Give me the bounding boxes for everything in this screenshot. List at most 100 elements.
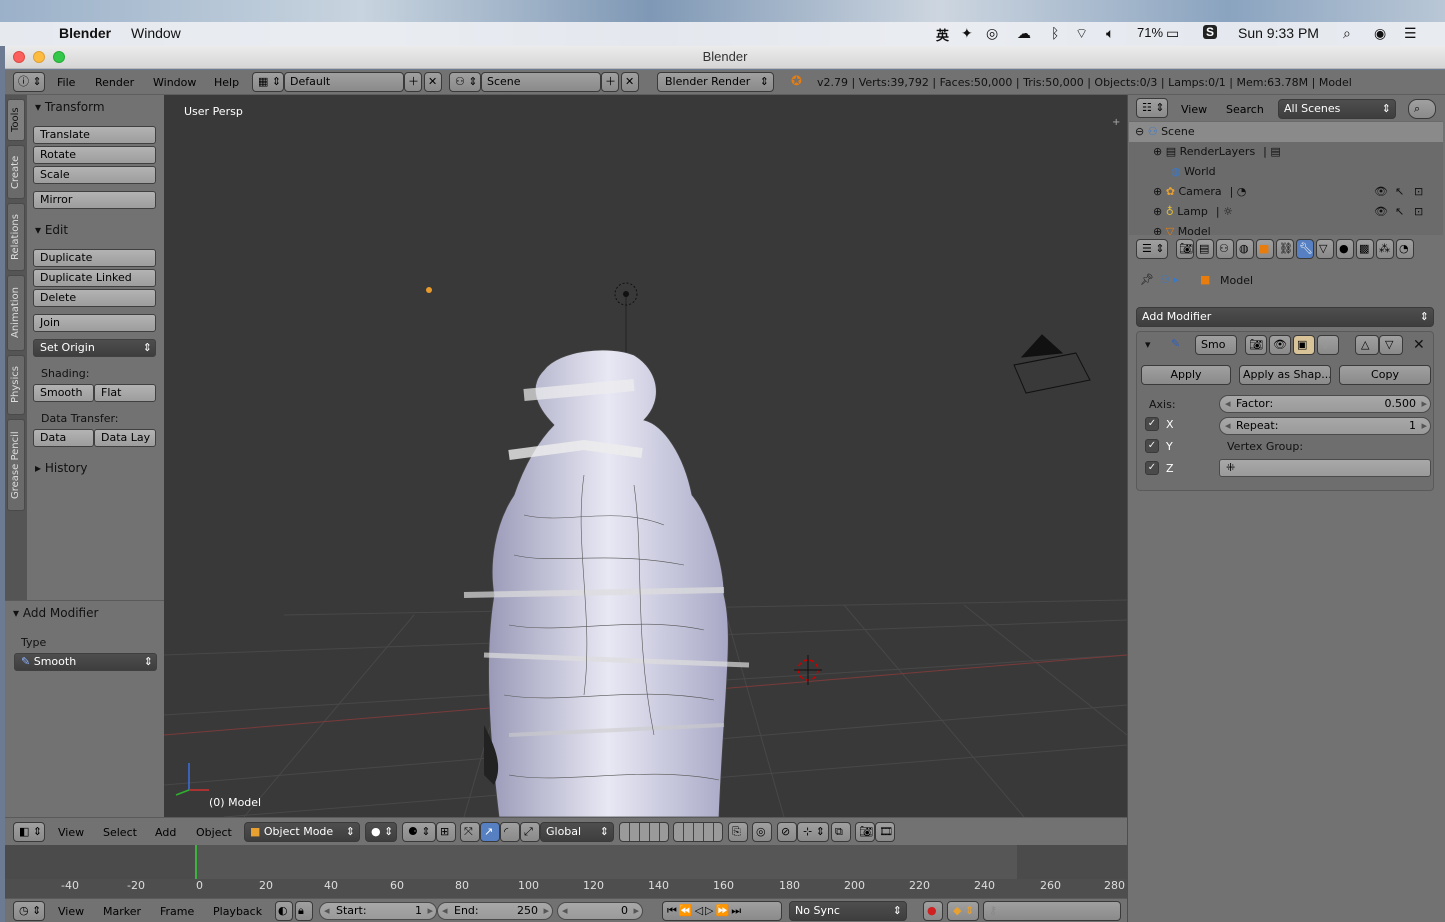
modifiers-tab-icon[interactable]: 🔧︎	[1296, 239, 1314, 259]
interaction-mode-select[interactable]: ■ Object Mode ⇕	[244, 822, 360, 842]
rotate-manipulator-icon[interactable]: ◜	[500, 822, 520, 842]
move-down-icon[interactable]: ▽	[1379, 335, 1403, 355]
snap-toggle-icon[interactable]: ⊘	[777, 822, 797, 842]
timeline-editor-type-icon[interactable]: ◷ ⇕	[13, 901, 45, 921]
menubar-clock[interactable]: Sun 9:33 PM	[1238, 25, 1319, 41]
data-layout-button[interactable]: Data Lay	[94, 429, 156, 447]
cloud-icon[interactable]: ☁	[1017, 25, 1031, 42]
physics-tab-icon[interactable]: ◔	[1396, 239, 1414, 259]
pin-icon[interactable]: 📌︎	[1140, 273, 1154, 286]
translate-manipulator-icon[interactable]: ↗	[480, 822, 500, 842]
zoom-window-button[interactable]	[53, 51, 65, 63]
rotate-button[interactable]: Rotate	[33, 146, 156, 164]
data-tab-icon[interactable]: ▽	[1316, 239, 1334, 259]
modifier-type-select[interactable]: ✎ Smooth ⇕	[14, 653, 157, 671]
tab-physics[interactable]: Physics	[7, 355, 25, 415]
menubar-app-name[interactable]: Blender	[59, 25, 111, 41]
selectable-cursor-icon[interactable]: ↖	[1395, 202, 1404, 222]
scale-manipulator-icon[interactable]: ⤢	[520, 822, 540, 842]
tab-tools[interactable]: Tools	[7, 99, 25, 141]
tab-create[interactable]: Create	[7, 145, 25, 199]
battery-icon[interactable]: ▭	[1166, 25, 1179, 42]
menu-file[interactable]: File	[57, 76, 75, 89]
bluetooth-icon[interactable]: ᛒ	[1051, 25, 1059, 41]
playback-controls[interactable]: ⏮⏪◁▷⏩⏭	[662, 901, 782, 921]
edit-panel-header[interactable]: ▾ Edit	[35, 223, 68, 237]
end-frame-field[interactable]: ◂ End: 250 ▸	[437, 902, 553, 920]
outliner-row-scene[interactable]: ⊖ ⚇ Scene	[1129, 122, 1443, 142]
timeline-marker-menu[interactable]: Marker	[103, 905, 141, 918]
axis-x-checkbox[interactable]: ✓	[1145, 417, 1159, 431]
minimize-window-button[interactable]	[33, 51, 45, 63]
increment-arrow-icon[interactable]: ▸	[543, 903, 549, 919]
outliner-row-world[interactable]: ◍ World	[1129, 162, 1443, 182]
close-window-button[interactable]	[13, 51, 25, 63]
remove-layout-icon[interactable]: ✕	[424, 72, 442, 92]
start-frame-field[interactable]: ◂ Start: 1 ▸	[319, 902, 437, 920]
volume-icon[interactable]: 🔈︎	[1106, 25, 1114, 42]
scene-tab-icon[interactable]: ⚇	[1216, 239, 1234, 259]
editor-type-info-icon[interactable]: ⓘ ⇕	[13, 72, 45, 92]
auto-keying-record-icon[interactable]: ●	[923, 901, 943, 921]
menu-render[interactable]: Render	[95, 76, 134, 89]
remove-scene-icon[interactable]: ✕	[621, 72, 639, 92]
renderable-camera-icon[interactable]: ⊡	[1414, 202, 1423, 222]
preview-range-icon[interactable]: ◐	[275, 901, 293, 921]
vertex-group-field[interactable]: ⁜	[1219, 459, 1431, 477]
add-layout-icon[interactable]: ＋	[404, 72, 422, 92]
lock-frame-range-icon[interactable]: 🔒︎	[295, 901, 313, 921]
properties-toggle-icon[interactable]: +	[1112, 117, 1120, 128]
modifier-name-field[interactable]: Smo	[1195, 335, 1237, 355]
show-editmode-icon[interactable]: ▣	[1293, 335, 1315, 355]
spotlight-search-icon[interactable]: ⌕	[1343, 25, 1351, 42]
menubar-window-menu[interactable]: Window	[131, 25, 181, 41]
outliner-row-lamp[interactable]: ⊕ ♁ Lamp | ☼ 👁︎ ↖ ⊡	[1129, 202, 1443, 222]
decrement-arrow-icon[interactable]: ◂	[442, 903, 448, 919]
join-button[interactable]: Join	[33, 314, 156, 332]
decrement-arrow-icon[interactable]: ◂	[562, 903, 568, 919]
delete-button[interactable]: Delete	[33, 289, 156, 307]
transform-orientation-select[interactable]: Global ⇕	[540, 822, 614, 842]
add-scene-icon[interactable]: ＋	[601, 72, 619, 92]
pivot-point-icon[interactable]: ⚈ ⇕	[402, 822, 436, 842]
screen-layout-field[interactable]: Default	[284, 72, 404, 92]
scene-layers-grid-2[interactable]	[673, 822, 723, 842]
texture-tab-icon[interactable]: ▩	[1356, 239, 1374, 259]
timeline-frame-menu[interactable]: Frame	[160, 905, 194, 918]
increment-arrow-icon[interactable]: ▸	[427, 903, 433, 919]
visibility-eye-icon[interactable]: 👁︎	[1374, 202, 1388, 222]
decrement-arrow-icon[interactable]: ◂	[324, 903, 330, 919]
world-tab-icon[interactable]: ◍	[1236, 239, 1254, 259]
decrement-arrow-icon[interactable]: ◂	[1225, 396, 1231, 412]
camera-object[interactable]	[1013, 334, 1091, 394]
copy-button[interactable]: Copy	[1339, 365, 1431, 385]
scene-layers-grid-1[interactable]	[619, 822, 669, 842]
tab-grease-pencil[interactable]: Grease Pencil	[7, 419, 25, 511]
timeline-area[interactable]	[5, 845, 1127, 898]
timeline-view-menu[interactable]: View	[58, 905, 84, 918]
render-still-icon[interactable]: 📷︎	[855, 822, 875, 842]
lock-camera-layers-icon[interactable]: ⎘	[728, 822, 748, 842]
outliner-row-renderlayers[interactable]: ⊕ ▤ RenderLayers | ▤	[1129, 142, 1443, 162]
axis-y-checkbox[interactable]: ✓	[1145, 439, 1159, 453]
apply-button[interactable]: Apply	[1141, 365, 1231, 385]
outliner-search-icon[interactable]: ⌕	[1408, 99, 1436, 119]
material-tab-icon[interactable]: ●	[1336, 239, 1354, 259]
modifier-collapse-icon[interactable]: ▾	[1145, 338, 1151, 351]
current-frame-field[interactable]: ◂ 0 ▸	[557, 902, 643, 920]
render-layers-tab-icon[interactable]: ▤	[1196, 239, 1214, 259]
render-tab-icon[interactable]: 📷︎	[1176, 239, 1194, 259]
translate-button[interactable]: Translate	[33, 126, 156, 144]
viewport-add-menu[interactable]: Add	[155, 826, 176, 839]
render-animation-icon[interactable]: 🎞︎	[875, 822, 895, 842]
render-engine-select[interactable]: Blender Render ⇕	[657, 72, 774, 92]
screen-layout-icon[interactable]: ▦ ⇕	[252, 72, 284, 92]
move-up-icon[interactable]: △	[1355, 335, 1379, 355]
active-keying-set-field[interactable]: ⚷	[983, 901, 1121, 921]
proportional-edit-icon[interactable]: ◎	[752, 822, 772, 842]
on-cage-icon[interactable]: ▽	[1317, 335, 1339, 355]
siri-icon[interactable]: ◉	[1374, 25, 1386, 42]
outliner-row-camera[interactable]: ⊕ ✿ Camera | ◔ 👁︎ ↖ ⊡	[1129, 182, 1443, 202]
constraints-tab-icon[interactable]: ⛓	[1276, 239, 1294, 259]
object-tab-icon[interactable]: ■	[1256, 239, 1274, 259]
